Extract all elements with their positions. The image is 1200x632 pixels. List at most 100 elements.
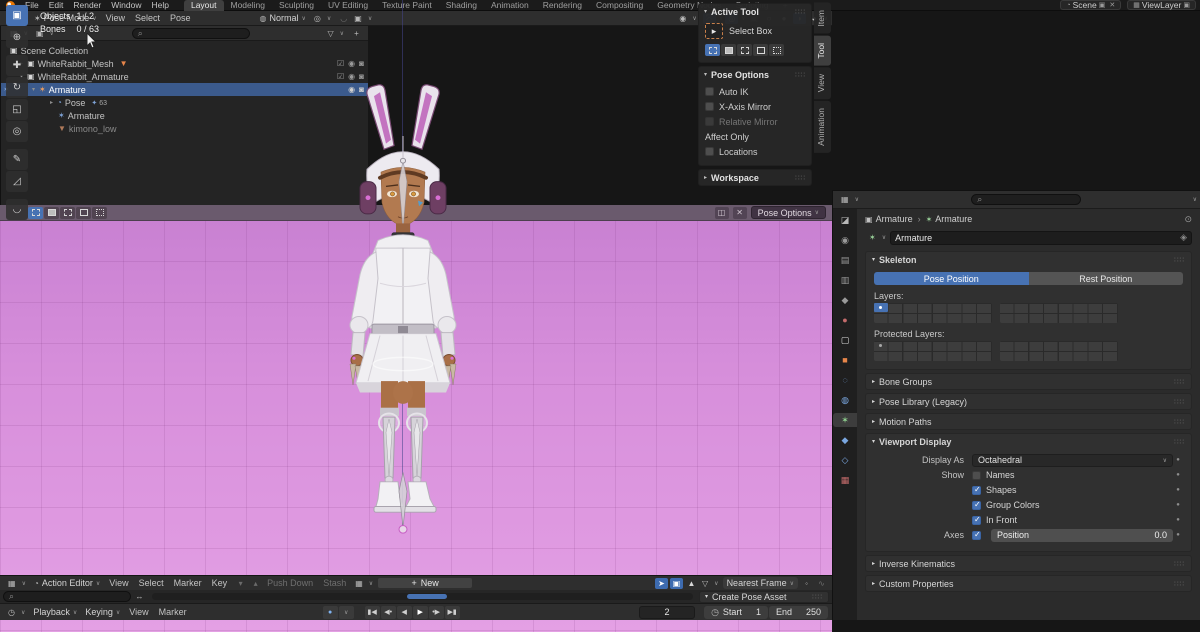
armature-name-input[interactable]: Armature ◈ bbox=[890, 231, 1192, 245]
playback-dropdown[interactable]: Playback∨ bbox=[29, 606, 81, 618]
armature-layers-grid-right[interactable] bbox=[1000, 303, 1118, 323]
scene-selector[interactable]: ◔ Scene ▣ ✕ bbox=[1060, 0, 1121, 10]
frame-start-field[interactable]: ◷ Start 1 bbox=[704, 606, 768, 619]
custom-properties-panel-header[interactable]: ▸ Custom Properties ∷∷ bbox=[866, 576, 1191, 591]
menu-timeline-marker[interactable]: Marker bbox=[154, 607, 192, 617]
animate-decorator[interactable]: ● bbox=[1173, 517, 1183, 523]
workspace-tab-compositing[interactable]: Compositing bbox=[589, 0, 650, 11]
object-type-visibility-button[interactable]: ◉ ∨ bbox=[675, 13, 700, 24]
menu-timeline-view[interactable]: View bbox=[124, 607, 153, 617]
in-front-checkbox[interactable] bbox=[972, 516, 981, 525]
push-down-button[interactable]: Push Down bbox=[262, 578, 318, 588]
show-in-front-option[interactable]: In Front bbox=[972, 515, 1173, 525]
pin-icon[interactable]: ⊙ bbox=[1184, 214, 1192, 225]
select-mode-invert-button[interactable] bbox=[76, 207, 91, 219]
scrollbar-thumb[interactable] bbox=[407, 594, 447, 599]
workspace-tab-modeling[interactable]: Modeling bbox=[224, 0, 273, 11]
new-collection-button[interactable]: + bbox=[350, 28, 363, 39]
workspace-tab-texture-paint[interactable]: Texture Paint bbox=[375, 0, 439, 11]
channel-search-input[interactable]: ⌕ bbox=[3, 591, 131, 602]
pose-library-panel-header[interactable]: ▸ Pose Library (Legacy) ∷∷ bbox=[866, 394, 1191, 409]
jump-to-start-button[interactable]: ▮◀ bbox=[365, 606, 380, 619]
workspace-tab-uv-editing[interactable]: UV Editing bbox=[321, 0, 375, 11]
proportional-edit-toggle[interactable]: ◦ bbox=[800, 578, 813, 589]
menu-viewport-pose[interactable]: Pose bbox=[165, 13, 196, 23]
select-mode-extend-button[interactable] bbox=[44, 207, 59, 219]
inverse-kinematics-panel-header[interactable]: ▸ Inverse Kinematics ∷∷ bbox=[866, 556, 1191, 571]
only-errors-toggle[interactable]: ▲ bbox=[685, 578, 698, 589]
tab-bone-properties[interactable]: ◆ bbox=[833, 433, 857, 447]
menu-dopesheet-select[interactable]: Select bbox=[134, 578, 169, 588]
previous-keyframe-button[interactable]: ◀• bbox=[381, 606, 396, 619]
animate-decorator[interactable]: ● bbox=[1173, 502, 1183, 508]
current-frame-field[interactable]: 2 bbox=[639, 606, 695, 619]
shapes-checkbox[interactable] bbox=[972, 486, 981, 495]
expand-channels-icon[interactable]: ↔ bbox=[133, 591, 146, 602]
axes-checkbox[interactable] bbox=[972, 531, 981, 540]
pose-options-dropdown[interactable]: Pose Options ∨ bbox=[751, 206, 826, 219]
auto-keying-toggle[interactable]: ● bbox=[323, 606, 338, 619]
viewport-3d[interactable]: Objects 1 / 2 Bones 0 / 63 ▣ ⊕ ✚ ↻ ◱ ◎ ✎… bbox=[0, 221, 832, 632]
protected-layers-grid-right[interactable] bbox=[1000, 341, 1118, 361]
fake-user-shield-icon[interactable]: ◈ bbox=[1180, 232, 1187, 243]
play-reverse-button[interactable]: ◀ bbox=[397, 606, 412, 619]
action-down-button[interactable]: ▾ bbox=[234, 578, 247, 589]
tab-physics-properties[interactable]: ◌ bbox=[833, 373, 857, 387]
menu-dopesheet-marker[interactable]: Marker bbox=[169, 578, 207, 588]
show-hidden-toggle[interactable]: ▣ bbox=[670, 578, 683, 589]
workspace-tab-rendering[interactable]: Rendering bbox=[536, 0, 589, 11]
pose-position-button[interactable]: Pose Position bbox=[874, 272, 1029, 285]
tab-view-layer-properties[interactable]: ▥ bbox=[833, 273, 857, 287]
armature-id-icon-button[interactable]: ✶∨ bbox=[865, 232, 890, 243]
show-group-colors-option[interactable]: Group Colors bbox=[972, 500, 1173, 510]
keying-dropdown[interactable]: Keying∨ bbox=[81, 606, 124, 618]
show-shapes-option[interactable]: Shapes bbox=[972, 485, 1173, 495]
transform-orientation-selector[interactable]: ◍ Normal ∨ bbox=[256, 12, 310, 24]
tab-tool-properties[interactable]: ◪ bbox=[833, 213, 857, 227]
unlink-scene-icon[interactable]: ✕ bbox=[1109, 1, 1115, 9]
armature-layers-grid-left[interactable] bbox=[874, 303, 992, 323]
dopesheet-filter-button[interactable]: ▽∨ bbox=[698, 578, 723, 589]
menu-edit[interactable]: Edit bbox=[44, 0, 69, 10]
action-browse-button[interactable]: ▦∨ bbox=[351, 578, 377, 589]
viewport-display-panel-header[interactable]: ▾ Viewport Display ∷∷ bbox=[866, 434, 1191, 449]
workspace-tab-layout[interactable]: Layout bbox=[184, 0, 224, 11]
dopesheet-scrollbar[interactable] bbox=[152, 593, 693, 600]
menu-viewport-view[interactable]: View bbox=[101, 13, 130, 23]
new-action-button[interactable]: +New bbox=[377, 577, 473, 589]
outliner-search-input[interactable]: ⌕ bbox=[132, 28, 250, 39]
animate-decorator[interactable]: ● bbox=[1173, 487, 1183, 493]
properties-options-dropdown[interactable]: ∨ bbox=[1193, 196, 1197, 203]
view-layer-selector[interactable]: ▦ ViewLayer ▣ bbox=[1127, 0, 1196, 10]
pivot-point-selector[interactable]: ◎ ∨ bbox=[310, 13, 335, 24]
motion-paths-panel-header[interactable]: ▸ Motion Paths ∷∷ bbox=[866, 414, 1191, 429]
tab-output-properties[interactable]: ▤ bbox=[833, 253, 857, 267]
select-mode-subtract-button[interactable] bbox=[60, 207, 75, 219]
snap-toggle[interactable]: ◡ bbox=[337, 13, 350, 24]
menu-dopesheet-key[interactable]: Key bbox=[207, 578, 233, 588]
skeleton-panel-header[interactable]: ▾ Skeleton ∷∷ bbox=[866, 252, 1191, 267]
select-mode-set-button[interactable] bbox=[28, 207, 43, 219]
menu-dopesheet-view[interactable]: View bbox=[104, 578, 133, 588]
names-checkbox[interactable] bbox=[972, 471, 981, 480]
menu-window[interactable]: Window bbox=[106, 0, 146, 10]
tab-constraints-properties[interactable]: ◍ bbox=[833, 393, 857, 407]
tab-scene-properties[interactable]: ◆ bbox=[833, 293, 857, 307]
properties-search-input[interactable]: ⌕ bbox=[971, 194, 1081, 205]
tab-bone-constraints-properties[interactable]: ◇ bbox=[833, 453, 857, 467]
animate-decorator[interactable]: ● bbox=[1173, 532, 1183, 538]
tab-texture-properties[interactable]: ▦ bbox=[833, 473, 857, 487]
axes-position-slider[interactable]: Position 0.0 bbox=[991, 529, 1173, 542]
timeline-editor-type-button[interactable]: ◷∨ bbox=[4, 607, 29, 618]
create-pose-asset-panel[interactable]: ▾ Create Pose Asset ∷∷ bbox=[699, 591, 829, 603]
snap-target-selector[interactable]: ▣ ∨ bbox=[350, 13, 376, 24]
select-mode-intersect-button[interactable] bbox=[92, 207, 107, 219]
menu-help[interactable]: Help bbox=[146, 0, 173, 10]
outliner-filter-button[interactable]: ▽ ∨ bbox=[323, 28, 348, 39]
action-up-button[interactable]: ▴ bbox=[249, 578, 262, 589]
show-names-option[interactable]: Names bbox=[972, 470, 1173, 480]
stash-button[interactable]: Stash bbox=[318, 578, 351, 588]
auto-keying-dropdown[interactable]: ∨ bbox=[339, 606, 354, 619]
workspace-tab-sculpting[interactable]: Sculpting bbox=[272, 0, 321, 11]
workspace-tab-shading[interactable]: Shading bbox=[439, 0, 484, 11]
